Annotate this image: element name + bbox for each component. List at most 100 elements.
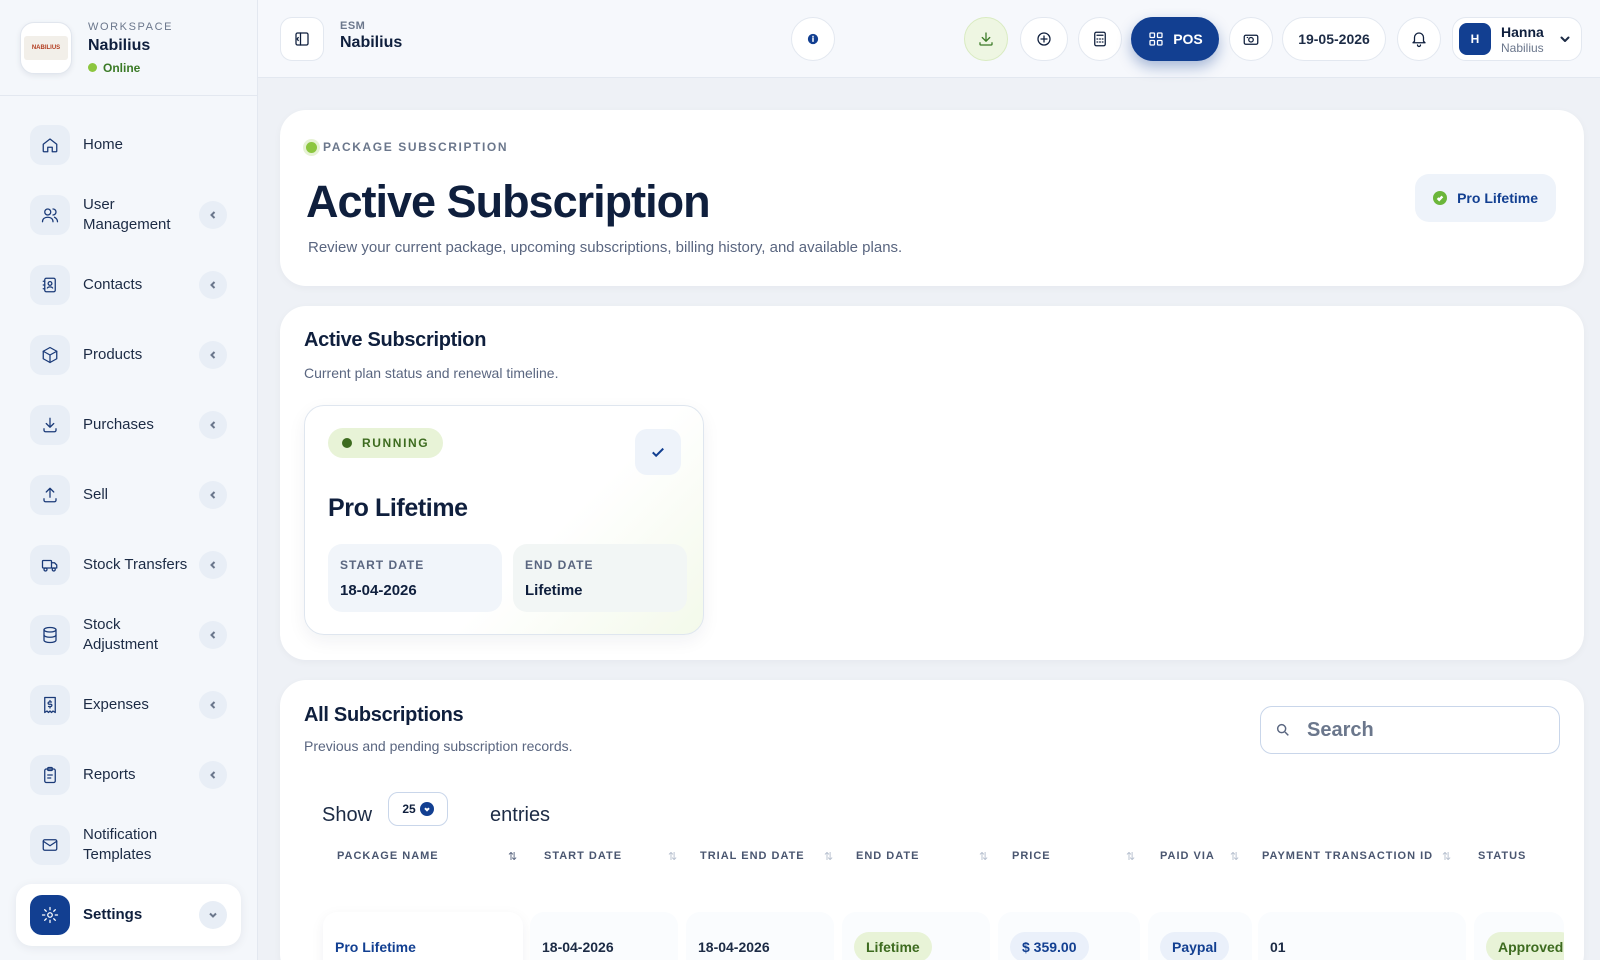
section-title: All Subscriptions xyxy=(304,704,464,726)
download-button[interactable] xyxy=(964,17,1008,61)
search-icon xyxy=(1276,723,1289,736)
sidebar-item-settings[interactable]: Settings xyxy=(16,884,241,946)
sort-icon[interactable]: ⇅ xyxy=(1126,850,1135,863)
cell-end-date: Lifetime xyxy=(842,912,990,960)
sidebar-item-stock-transfers[interactable]: Stock Transfers xyxy=(0,530,257,600)
section-subtitle: Current plan status and renewal timeline… xyxy=(304,365,559,381)
download-icon xyxy=(30,405,70,445)
sidebar-item-reports[interactable]: Reports xyxy=(0,740,257,810)
chevron-left-icon[interactable] xyxy=(199,201,227,229)
workspace-header: NABILIUS WORKSPACE Nabilius Online xyxy=(0,0,257,96)
end-date-label: END DATE xyxy=(525,558,594,572)
home-icon xyxy=(30,125,70,165)
cell-value: 01 xyxy=(1270,939,1286,955)
sidebar-item-user-management[interactable]: User Management xyxy=(0,180,257,250)
cell-value: Pro Lifetime xyxy=(335,939,416,955)
plan-name: Pro Lifetime xyxy=(328,494,468,522)
column-header-label: PAID VIA xyxy=(1160,850,1215,862)
entries-value: 25 xyxy=(402,802,416,816)
gear-icon xyxy=(30,895,70,935)
cell-value: 18-04-2026 xyxy=(698,939,770,955)
sidebar-item-expenses[interactable]: Expenses xyxy=(0,670,257,740)
cell-value: 18-04-2026 xyxy=(542,939,614,955)
user-menu-button[interactable]: H Hanna Nabilius xyxy=(1452,17,1582,61)
chevron-left-icon[interactable] xyxy=(199,691,227,719)
chevron-left-icon[interactable] xyxy=(199,761,227,789)
contacts-icon xyxy=(30,265,70,305)
chevron-left-icon[interactable] xyxy=(199,481,227,509)
add-button[interactable] xyxy=(1020,17,1068,61)
sidebar-item-home[interactable]: Home xyxy=(0,110,257,180)
current-plan-label: Pro Lifetime xyxy=(1457,190,1538,206)
info-icon xyxy=(807,33,819,45)
chevron-left-icon[interactable] xyxy=(199,551,227,579)
column-header-trial-end-date[interactable]: TRIAL END DATE xyxy=(700,850,805,862)
column-header-start-date[interactable]: START DATE xyxy=(544,850,622,862)
check-circle-icon xyxy=(1433,191,1448,205)
hero-card: PACKAGE SUBSCRIPTION Active Subscription… xyxy=(280,110,1584,286)
entries-select[interactable]: 25 xyxy=(388,792,449,826)
cell-package-name: Pro Lifetime xyxy=(323,912,523,960)
clipboard-icon xyxy=(30,755,70,795)
chevron-left-icon[interactable] xyxy=(199,271,227,299)
cell-start-date: 18-04-2026 xyxy=(530,912,678,960)
workspace-logo[interactable]: NABILIUS xyxy=(20,21,72,74)
column-header-payment-transaction-id[interactable]: PAYMENT TRANSACTION ID xyxy=(1262,850,1433,862)
notifications-button[interactable] xyxy=(1397,17,1441,61)
sidebar-nav: Home User Management Contacts Products P… xyxy=(0,96,257,946)
sidebar-item-notification-templates[interactable]: Notification Templates xyxy=(0,810,257,880)
sort-icon[interactable]: ⇅ xyxy=(824,850,833,863)
calculator-button[interactable] xyxy=(1078,17,1122,61)
sidebar-item-purchases[interactable]: Purchases xyxy=(0,390,257,460)
calculator-icon xyxy=(1094,31,1106,47)
cell-status: Approved xyxy=(1474,912,1564,960)
mail-icon xyxy=(30,825,70,865)
sidebar-toggle-button[interactable] xyxy=(280,17,324,61)
chevron-left-icon[interactable] xyxy=(199,621,227,649)
search-input[interactable] xyxy=(1307,718,1537,742)
chevron-left-icon[interactable] xyxy=(199,341,227,369)
table-row[interactable]: Pro Lifetime 18-04-2026 18-04-2026 Lifet… xyxy=(280,912,1584,960)
workspace-status-label: Online xyxy=(103,60,141,75)
sidebar-item-label: Products xyxy=(83,346,143,363)
cash-register-button[interactable] xyxy=(1229,17,1273,61)
sidebar-item-label: Contacts xyxy=(83,276,143,293)
status-pill: Approved xyxy=(1486,932,1564,960)
sidebar-item-sell[interactable]: Sell xyxy=(0,460,257,530)
chevron-down-icon xyxy=(1559,32,1571,50)
workspace-label: WORKSPACE xyxy=(88,20,174,33)
sort-icon[interactable]: ⇅ xyxy=(1442,850,1451,863)
chevron-down-icon[interactable] xyxy=(199,901,227,929)
sort-icon[interactable]: ⇅ xyxy=(1230,850,1239,863)
sort-icon[interactable]: ⇅ xyxy=(979,850,988,863)
esm-block: ESM Nabilius xyxy=(340,20,402,52)
search-box xyxy=(1260,706,1560,754)
chevron-left-icon[interactable] xyxy=(199,411,227,439)
online-dot xyxy=(88,63,97,72)
sidebar-item-contacts[interactable]: Contacts xyxy=(0,250,257,320)
table-header: PACKAGE NAME ⇅ START DATE ⇅ TRIAL END DA… xyxy=(280,850,1584,880)
column-header-paid-via[interactable]: PAID VIA xyxy=(1160,850,1215,862)
info-button[interactable] xyxy=(791,17,835,61)
column-header-end-date[interactable]: END DATE xyxy=(856,850,919,862)
column-header-price[interactable]: PRICE xyxy=(1012,850,1051,862)
sidebar-item-label: Sell xyxy=(83,486,109,503)
column-header-label: PRICE xyxy=(1012,850,1051,862)
current-plan-badge: Pro Lifetime xyxy=(1415,174,1556,222)
column-header-status[interactable]: STATUS xyxy=(1478,850,1526,862)
grid-icon xyxy=(1149,32,1163,46)
date-display[interactable]: 19-05-2026 xyxy=(1282,17,1386,61)
hero-eyebrow: PACKAGE SUBSCRIPTION xyxy=(306,140,508,154)
workspace-logo-image: NABILIUS xyxy=(24,35,68,60)
esm-label: ESM xyxy=(340,20,366,32)
sort-icon[interactable]: ⇅ xyxy=(668,850,677,863)
all-subscriptions-card: All Subscriptions Previous and pending s… xyxy=(280,680,1584,960)
column-header-label: PAYMENT TRANSACTION ID xyxy=(1262,850,1434,862)
sort-icon[interactable]: ⇅ xyxy=(508,850,517,863)
sidebar-item-products[interactable]: Products xyxy=(0,320,257,390)
sidebar-item-stock-adjustment[interactable]: Stock Adjustment xyxy=(0,600,257,670)
column-header-package-name[interactable]: PACKAGE NAME xyxy=(337,850,439,862)
camera-icon xyxy=(1243,34,1259,45)
pos-button[interactable]: POS xyxy=(1131,17,1219,61)
start-date-box: START DATE 18-04-2026 xyxy=(328,544,502,612)
